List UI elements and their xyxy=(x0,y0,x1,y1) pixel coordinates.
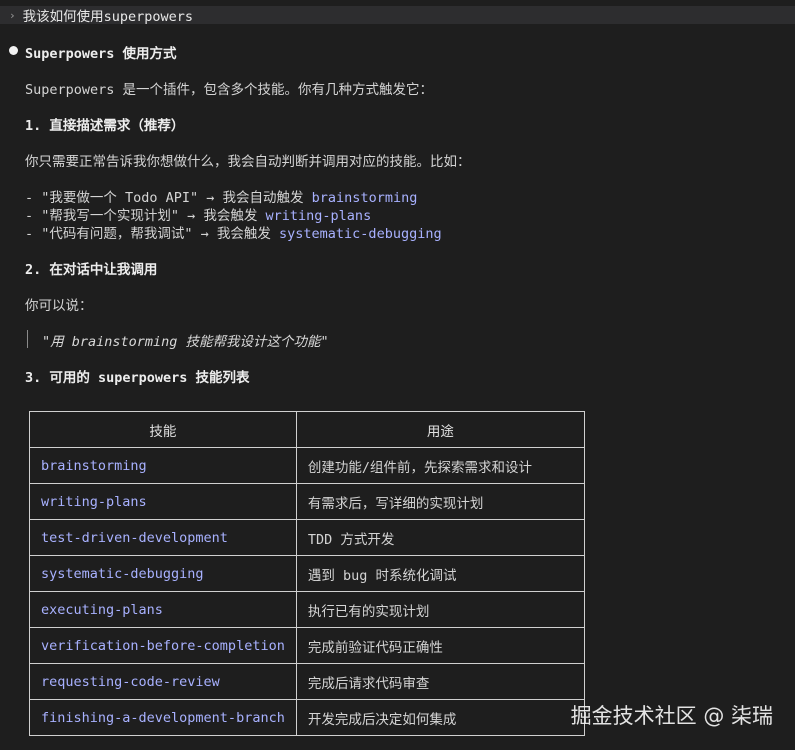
section1-heading: 1. 直接描述需求（推荐） xyxy=(25,118,185,134)
skill-purpose-cell: 执行已有的实现计划 xyxy=(295,591,585,628)
table-row: test-driven-development TDD 方式开发 xyxy=(29,519,585,556)
skill-purpose-cell: 遇到 bug 时系统化调试 xyxy=(295,555,585,592)
table-row: requesting-code-review 完成后请求代码审查 xyxy=(29,663,585,700)
skill-name-cell: executing-plans xyxy=(29,591,297,628)
skill-name-cell: brainstorming xyxy=(29,447,297,484)
user-prompt-text: 我该如何使用superpowers xyxy=(22,9,194,25)
example-item-skill: systematic-debugging xyxy=(279,226,442,242)
example-item: - "代码有问题，帮我调试" → 我会触发 systematic-debuggi… xyxy=(25,222,442,242)
skill-purpose-cell: 创建功能/组件前，先探索需求和设计 xyxy=(295,447,585,484)
section3-heading: 3. 可用的 superpowers 技能列表 xyxy=(25,366,250,386)
user-prompt-bar: › 我该如何使用superpowers xyxy=(0,6,795,25)
section1-text: 你只需要正常告诉我你想做什么，我会自动判断并调用对应的技能。比如： xyxy=(25,154,471,170)
table-row: brainstorming 创建功能/组件前，先探索需求和设计 xyxy=(29,447,585,484)
section2-text: 你可以说： xyxy=(25,298,93,314)
skill-name-cell: requesting-code-review xyxy=(29,663,297,700)
column-header-skill: 技能 xyxy=(29,411,297,448)
skill-name-cell: writing-plans xyxy=(29,483,297,520)
section3-heading-prefix: 3. 可用的 xyxy=(25,370,99,386)
skills-table: 技能 用途 brainstorming 创建功能/组件前，先探索需求和设计 wr… xyxy=(29,411,585,736)
section3-heading-suffix: 技能列表 xyxy=(187,370,250,386)
prompt-caret-icon: › xyxy=(9,8,16,22)
skill-name-cell: finishing-a-development-branch xyxy=(29,699,297,736)
skill-purpose-cell: 完成前验证代码正确性 xyxy=(295,627,585,664)
column-header-purpose: 用途 xyxy=(295,411,585,448)
blockquote-text: "用 brainstorming 技能帮我设计这个功能" xyxy=(42,334,329,350)
section2-heading: 2. 在对话中让我调用 xyxy=(25,262,158,278)
table-row: verification-before-completion 完成前验证代码正确… xyxy=(29,627,585,664)
example-item: - "我要做一个 Todo API" → 我会自动触发 brainstormin… xyxy=(25,186,417,206)
example-item: - "帮我写一个实现计划" → 我会触发 writing-plans xyxy=(25,204,371,224)
skill-purpose-cell: 开发完成后决定如何集成 xyxy=(295,699,585,736)
section3-heading-code: superpowers xyxy=(98,370,188,386)
example-item-text: - "代码有问题，帮我调试" → 我会触发 xyxy=(25,226,280,242)
table-row: writing-plans 有需求后，写详细的实现计划 xyxy=(29,483,585,520)
skill-purpose-cell: TDD 方式开发 xyxy=(295,519,585,556)
response-title: Superpowers 使用方式 xyxy=(25,46,177,62)
response-intro: Superpowers 是一个插件，包含多个技能。你有几种方式触发它： xyxy=(25,82,434,98)
table-row: finishing-a-development-branch 开发完成后决定如何… xyxy=(29,699,585,736)
response-bullet-icon xyxy=(9,46,18,55)
table-row: executing-plans 执行已有的实现计划 xyxy=(29,591,585,628)
table-row: systematic-debugging 遇到 bug 时系统化调试 xyxy=(29,555,585,592)
skill-name-cell: test-driven-development xyxy=(29,519,297,556)
skill-purpose-cell: 有需求后，写详细的实现计划 xyxy=(295,483,585,520)
skill-name-cell: verification-before-completion xyxy=(29,627,297,664)
table-header-row: 技能 用途 xyxy=(29,411,585,448)
blockquote-bar xyxy=(27,330,28,348)
watermark: 掘金技术社区 @ 柒瑞 xyxy=(570,704,773,728)
skill-name-cell: systematic-debugging xyxy=(29,555,297,592)
skill-purpose-cell: 完成后请求代码审查 xyxy=(295,663,585,700)
